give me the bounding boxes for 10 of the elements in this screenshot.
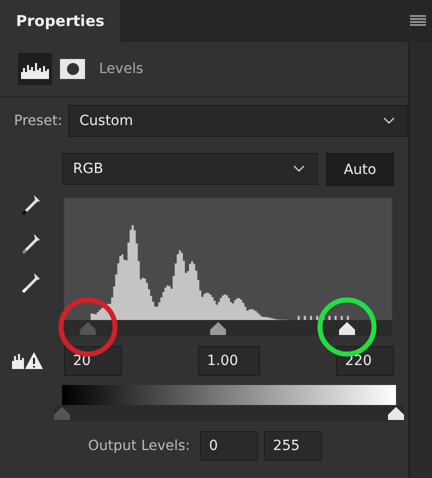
preset-label: Preset: <box>14 113 62 129</box>
auto-button[interactable]: Auto <box>326 153 394 186</box>
output-level-field[interactable]: 0 <box>200 431 258 461</box>
input-level-field[interactable]: 1.00 <box>198 346 260 376</box>
channel-dropdown[interactable]: RGB <box>62 153 318 185</box>
panel-tab[interactable]: Properties <box>0 0 120 42</box>
output-level-field[interactable]: 255 <box>264 431 322 461</box>
output-levels-label: Output Levels: <box>88 438 190 454</box>
adjustment-title: Levels <box>99 61 144 77</box>
preset-dropdown[interactable]: Custom <box>68 105 408 137</box>
